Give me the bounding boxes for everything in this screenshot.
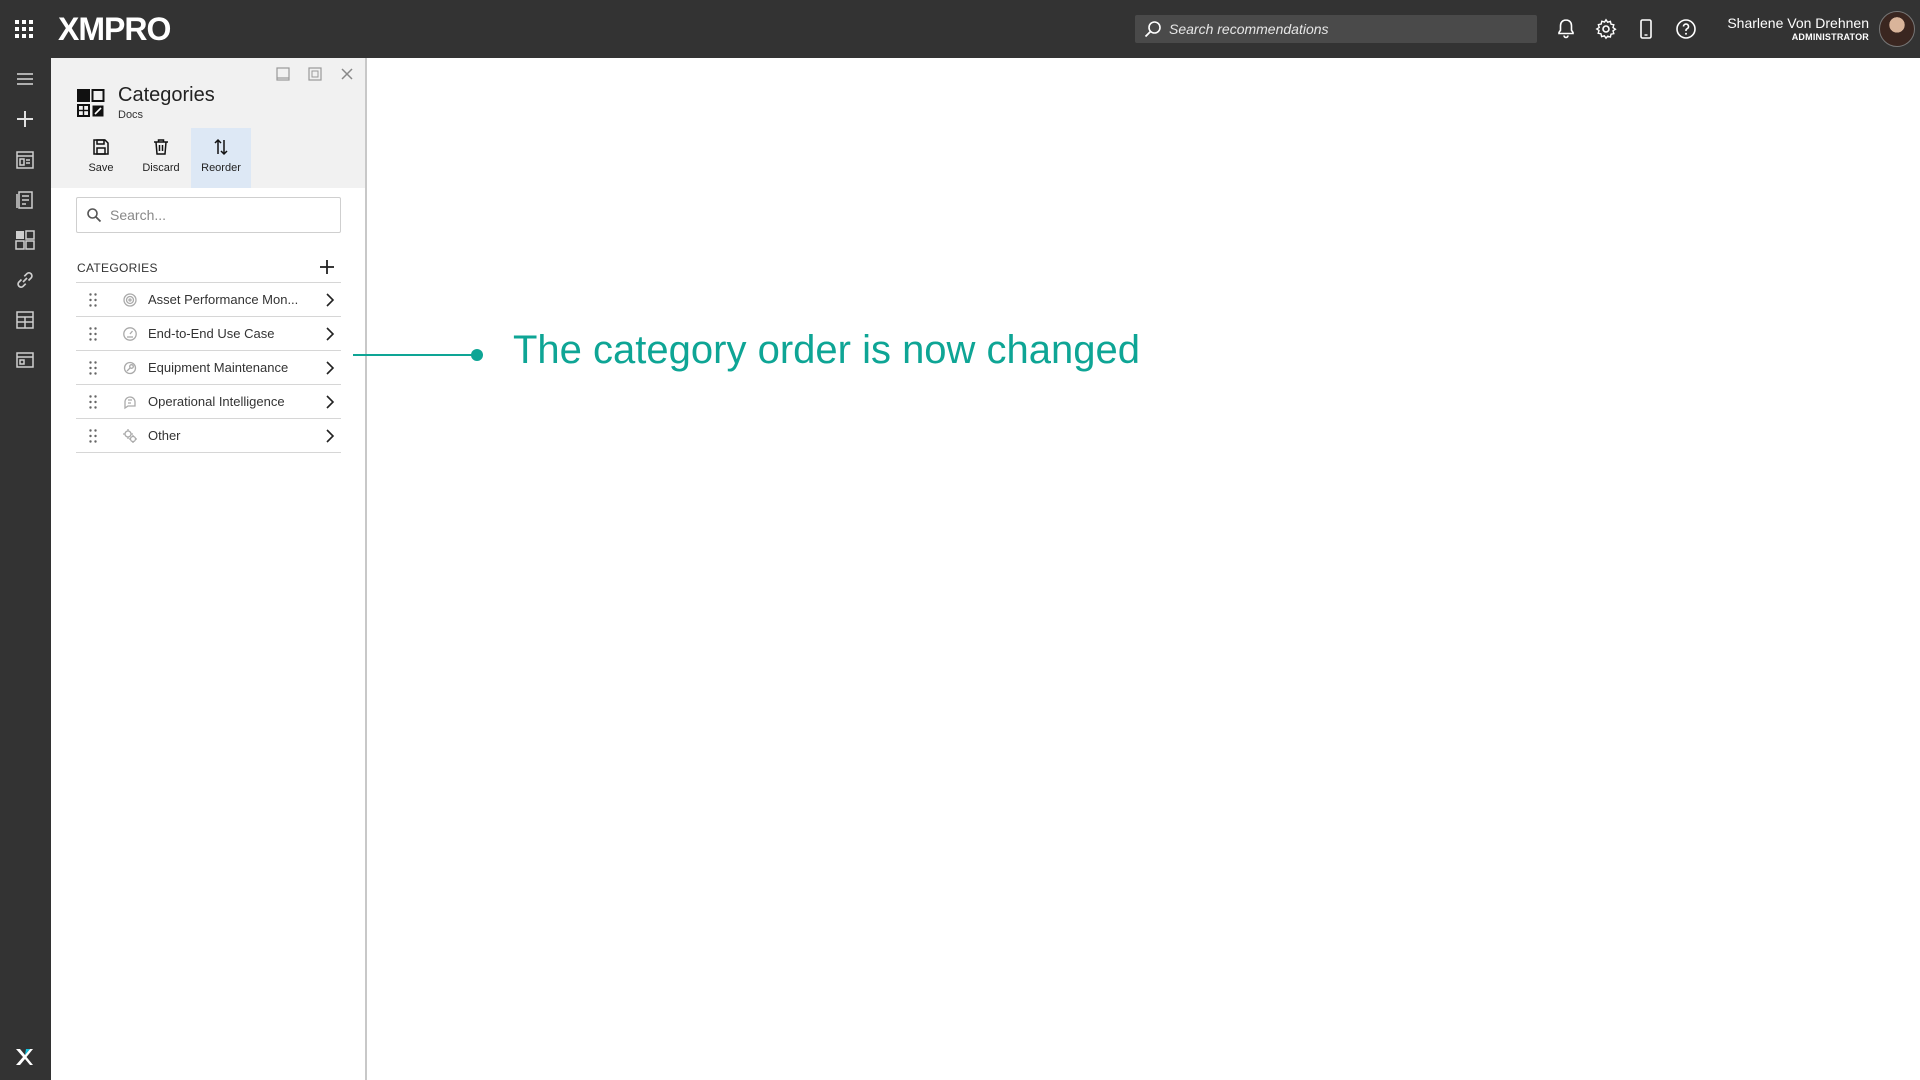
category-search-field[interactable]	[76, 197, 341, 233]
search-input[interactable]	[110, 207, 330, 223]
callout-dot	[471, 349, 483, 361]
chevron-right-icon[interactable]	[323, 428, 337, 444]
search-icon	[1144, 21, 1161, 38]
xmpro-logo[interactable]: XMPRO	[58, 10, 171, 48]
panel-title: Categories	[118, 84, 215, 106]
category-label: Equipment Maintenance	[148, 360, 289, 375]
drag-handle-icon[interactable]	[88, 394, 98, 410]
reorder-icon	[214, 138, 228, 156]
panel-header: Categories Docs Save Discard Reorder	[51, 58, 365, 188]
data-stream-icon[interactable]	[13, 188, 37, 212]
category-list: Asset Performance Mon... End-to-End Use …	[76, 282, 341, 453]
minimize-icon[interactable]	[273, 64, 293, 84]
left-rail	[0, 58, 51, 1080]
drag-handle-icon[interactable]	[88, 360, 98, 376]
user-role: ADMINISTRATOR	[1791, 32, 1869, 42]
app-designer-icon[interactable]	[13, 148, 37, 172]
xmpro-mark-icon[interactable]	[13, 1046, 35, 1068]
callout-line	[353, 354, 477, 356]
recommendations-search[interactable]: Search recommendations	[1135, 15, 1537, 43]
gear-icon[interactable]	[1594, 17, 1618, 41]
user-info[interactable]: Sharlene Von Drehnen ADMINISTRATOR	[1727, 15, 1869, 43]
brain-icon	[124, 396, 136, 410]
category-label: Asset Performance Mon...	[148, 292, 299, 307]
apps-grid-icon[interactable]	[12, 17, 36, 41]
drag-handle-icon[interactable]	[88, 326, 98, 342]
chevron-right-icon[interactable]	[323, 394, 337, 410]
list-item[interactable]: End-to-End Use Case	[76, 317, 341, 351]
link-icon[interactable]	[13, 268, 37, 292]
discard-label: Discard	[142, 162, 180, 174]
avatar[interactable]	[1879, 11, 1915, 47]
categories-section-label: CATEGORIES	[77, 261, 158, 275]
calculator-icon[interactable]	[13, 308, 37, 332]
bell-icon[interactable]	[1554, 17, 1578, 41]
trash-icon	[154, 139, 168, 155]
top-bar: XMPRO Search recommendations Sharlene Vo…	[0, 0, 1920, 58]
list-item[interactable]: Operational Intelligence	[76, 385, 341, 419]
dashboard-icon	[123, 327, 137, 341]
chevron-right-icon[interactable]	[323, 360, 337, 376]
annotation-text: The category order is now changed	[513, 328, 1141, 372]
discard-button[interactable]: Discard	[131, 128, 191, 188]
panel-subtitle: Docs	[118, 109, 144, 121]
search-placeholder: Search recommendations	[1169, 21, 1329, 37]
category-label: Operational Intelligence	[148, 394, 285, 409]
list-item[interactable]: Asset Performance Mon...	[76, 283, 341, 317]
categories-icon	[77, 89, 105, 117]
cog-cluster-icon	[123, 429, 137, 443]
wrench-icon	[123, 361, 137, 375]
save-label: Save	[88, 162, 114, 174]
add-icon[interactable]	[13, 107, 37, 131]
maximize-icon[interactable]	[305, 64, 325, 84]
category-label: End-to-End Use Case	[148, 326, 275, 341]
category-label: Other	[148, 428, 181, 443]
close-icon[interactable]	[337, 64, 357, 84]
user-name: Sharlene Von Drehnen	[1727, 15, 1869, 31]
save-button[interactable]: Save	[71, 128, 131, 188]
gauge-icon	[123, 293, 137, 307]
categories-panel: Categories Docs Save Discard Reorder CAT…	[51, 58, 367, 1080]
help-icon[interactable]	[1674, 17, 1698, 41]
reorder-label: Reorder	[201, 162, 241, 174]
save-icon	[93, 139, 109, 155]
mobile-device-icon[interactable]	[1634, 17, 1658, 41]
search-icon	[87, 208, 102, 223]
categories-section-header: CATEGORIES	[76, 257, 341, 281]
chevron-right-icon[interactable]	[323, 326, 337, 342]
menu-icon[interactable]	[13, 67, 37, 91]
categories-icon[interactable]	[13, 228, 37, 252]
recommendations-icon[interactable]	[13, 348, 37, 372]
list-item[interactable]: Other	[76, 419, 341, 453]
drag-handle-icon[interactable]	[88, 292, 98, 308]
chevron-right-icon[interactable]	[323, 292, 337, 308]
drag-handle-icon[interactable]	[88, 428, 98, 444]
list-item[interactable]: Equipment Maintenance	[76, 351, 341, 385]
reorder-button[interactable]: Reorder	[191, 128, 251, 188]
add-category-icon[interactable]	[317, 257, 337, 277]
